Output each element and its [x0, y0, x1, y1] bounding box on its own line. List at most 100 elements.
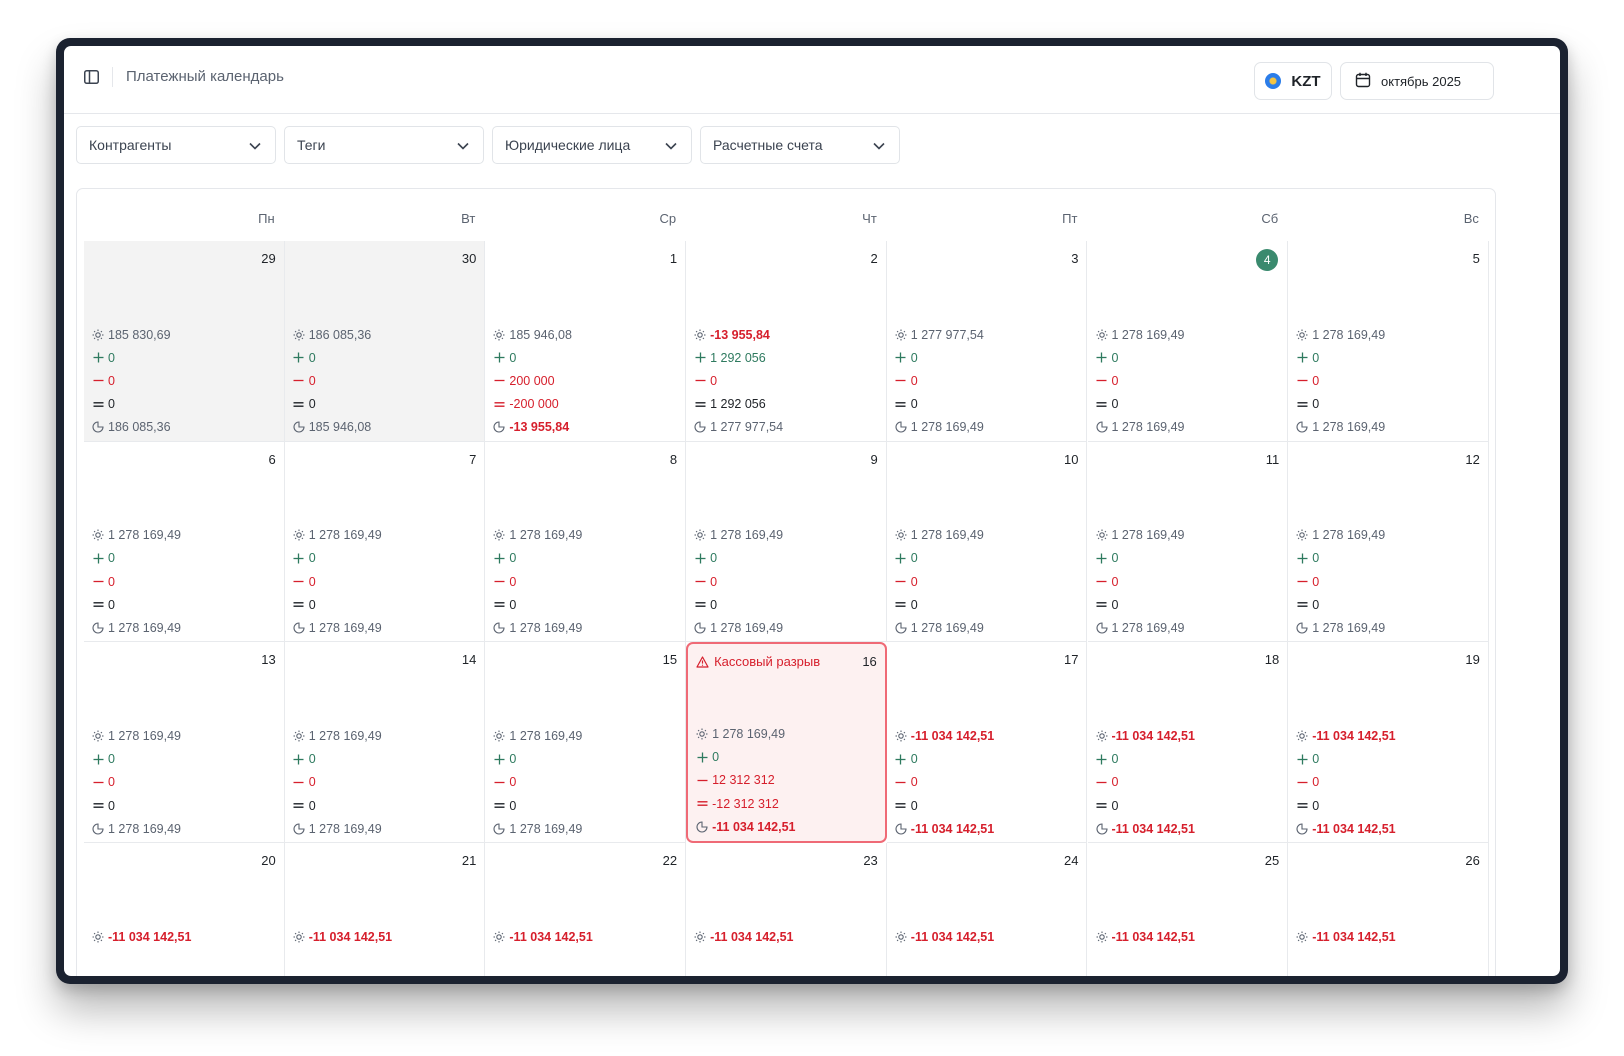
day-number: 14 [461, 652, 477, 668]
closing-balance-icon [895, 421, 907, 433]
calendar-day[interactable]: 20 -11 034 142,51 [84, 843, 285, 976]
expense-line: 0 [1296, 771, 1395, 794]
closing-balance-value: 1 278 169,49 [1111, 621, 1185, 636]
calendar-day[interactable]: 7 1 278 169,49 0 0 0 1 278 169,49 [284, 441, 486, 643]
closing-balance-value: 1 278 169,49 [308, 821, 382, 836]
closing-balance-value: 1 278 169,49 [910, 420, 984, 435]
calendar-day[interactable]: 26 -11 034 142,51 [1288, 843, 1489, 976]
equals-icon [293, 800, 305, 811]
filter-tags[interactable]: Теги [284, 126, 484, 164]
calendar-day[interactable]: 4 1 278 169,49 0 0 0 1 278 169,49 [1087, 241, 1289, 442]
opening-balance-value: 185 830,69 [108, 327, 171, 342]
plus-icon [293, 754, 305, 765]
calendar-day[interactable]: 12 1 278 169,49 0 0 0 1 278 169,49 [1288, 441, 1489, 643]
opening-balance-value: 185 946,08 [509, 327, 572, 342]
net-change-value: 0 [509, 597, 517, 612]
closing-balance-line: 186 085,36 [92, 416, 171, 439]
filter-counterparties[interactable]: Контрагенты [76, 126, 276, 164]
calendar-day[interactable]: 2 -13 955,84 1 292 056 0 1 292 056 1 277 977,… [686, 241, 887, 442]
opening-balance-line: 1 278 169,49 [1096, 323, 1185, 346]
closing-balance-icon [1296, 622, 1308, 634]
income-line: 0 [1096, 547, 1185, 570]
calendar-day[interactable]: 22 -11 034 142,51 [485, 843, 687, 976]
filter-legal-entities[interactable]: Юридические лица [492, 126, 692, 164]
closing-balance-value: 1 278 169,49 [910, 621, 984, 636]
closing-balance-value: 1 278 169,49 [710, 621, 784, 636]
day-number: 9 [870, 451, 878, 467]
expense-value: 0 [509, 574, 517, 589]
closing-balance-icon [1095, 823, 1108, 835]
closing-balance-icon [1095, 421, 1108, 433]
opening-balance-icon [493, 931, 505, 943]
day-totals: 1 278 169,49 0 0 0 1 278 169,49 [92, 524, 181, 640]
calendar-day[interactable]: 13 1 278 169,49 0 0 0 1 278 169,49 [84, 642, 285, 844]
day-number: 17 [1064, 652, 1079, 668]
closing-balance-value: -11 034 142,51 [712, 819, 796, 834]
income-line: 0 [1296, 547, 1385, 570]
income-line: 0 [1096, 346, 1185, 369]
day-number: 19 [1465, 652, 1480, 668]
opening-balance-icon [293, 329, 305, 341]
net-change-line: 0 [92, 593, 181, 616]
day-number: 8 [669, 451, 678, 467]
opening-balance-icon [92, 529, 104, 541]
expense-value: 0 [1312, 373, 1320, 388]
app-screen: Платежный календарь KZT октябрь 2025 Кон… [64, 46, 1560, 976]
period-picker-button[interactable]: октябрь 2025 [1340, 62, 1494, 100]
calendar-day[interactable]: 8 1 278 169,49 0 0 0 1 278 169,49 [485, 441, 687, 643]
calendar-day[interactable]: 1 185 946,08 0 200 000 -200 000 -13 955,84 [485, 241, 687, 442]
net-change-value: 0 [509, 798, 517, 813]
calendar-day[interactable]: 15 1 278 169,49 0 0 0 1 278 169,49 [485, 642, 687, 844]
net-change-value: 0 [108, 597, 115, 612]
calendar-day[interactable]: 30 186 085,36 0 0 0 185 946,08 [284, 241, 486, 442]
calendar-day[interactable]: 23 -11 034 142,51 [686, 843, 887, 976]
calendar-day[interactable]: 25 -11 034 142,51 [1087, 843, 1289, 976]
opening-balance-icon [493, 529, 505, 541]
closing-balance-line: 1 278 169,49 [92, 817, 181, 840]
calendar-day[interactable]: 10 1 278 169,49 0 0 0 1 278 169,49 [886, 441, 1088, 643]
calendar-day[interactable]: 24 -11 034 142,51 [886, 843, 1088, 976]
minus-icon [1096, 375, 1108, 386]
closing-balance-value: 1 278 169,49 [308, 621, 382, 636]
cash-gap-text: Кассовый разрыв [714, 654, 821, 670]
calendar-day[interactable]: 6 1 278 169,49 0 0 0 1 278 169,49 [84, 441, 285, 643]
minus-icon [1096, 576, 1108, 587]
calendar-day[interactable]: 21 -11 034 142,51 [284, 843, 486, 976]
calendar-day[interactable]: 14 1 278 169,49 0 0 0 1 278 169,49 [284, 642, 486, 844]
closing-balance-value: -11 034 142,51 [1111, 821, 1195, 836]
calendar-day[interactable]: 18 -11 034 142,51 0 0 0 -11 034 142,51 [1087, 642, 1289, 844]
day-number: 6 [268, 451, 276, 467]
net-change-value: 0 [308, 397, 316, 412]
calendar-day[interactable]: 11 1 278 169,49 0 0 0 1 278 169,49 [1087, 441, 1289, 643]
minus-icon [293, 375, 305, 386]
expense-line: 12 312 312 [696, 769, 795, 792]
calendar-day[interactable]: 3 1 277 977,54 0 0 0 1 278 169,49 [886, 241, 1088, 442]
calendar-day[interactable]: 5 1 278 169,49 0 0 0 1 278 169,49 [1288, 241, 1489, 442]
closing-balance-line: -11 034 142,51 [696, 815, 796, 838]
opening-balance-value: 1 278 169,49 [509, 728, 583, 743]
calendar-day-cash-gap[interactable]: Кассовый разрыв 16 1 278 169,49 0 12 312 312… [686, 642, 887, 844]
device-frame: Платежный календарь KZT октябрь 2025 Кон… [56, 38, 1568, 984]
closing-balance-value: 185 946,08 [308, 420, 372, 435]
opening-balance-line: 1 278 169,49 [696, 722, 795, 745]
net-change-line: 0 [895, 593, 984, 616]
calendar-day[interactable]: 9 1 278 169,49 0 0 0 1 278 169,49 [686, 441, 887, 643]
expense-value: 200 000 [509, 373, 555, 388]
calendar-day[interactable]: 29 185 830,69 0 0 0 186 085,36 [84, 241, 285, 442]
income-value: 0 [1111, 551, 1119, 566]
currency-label: KZT [1291, 72, 1321, 90]
opening-balance-value: -11 034 142,51 [910, 929, 995, 944]
opening-balance-line: 185 830,69 [92, 323, 171, 346]
opening-balance-icon [1096, 730, 1108, 742]
day-number: 24 [1064, 853, 1079, 869]
net-change-value: 0 [1312, 397, 1320, 412]
filter-bank-accounts[interactable]: Расчетные счета [700, 126, 900, 164]
minus-icon [696, 775, 708, 786]
calendar-day[interactable]: 19 -11 034 142,51 0 0 0 -11 034 142,51 [1288, 642, 1489, 844]
income-value: 0 [108, 551, 115, 566]
minus-icon [694, 576, 706, 587]
equals-icon [493, 599, 505, 610]
currency-button[interactable]: KZT [1254, 62, 1332, 100]
calendar-day[interactable]: 17 -11 034 142,51 0 0 0 -11 034 142,51 [886, 642, 1088, 844]
sidebar-toggle-icon[interactable] [82, 68, 100, 86]
